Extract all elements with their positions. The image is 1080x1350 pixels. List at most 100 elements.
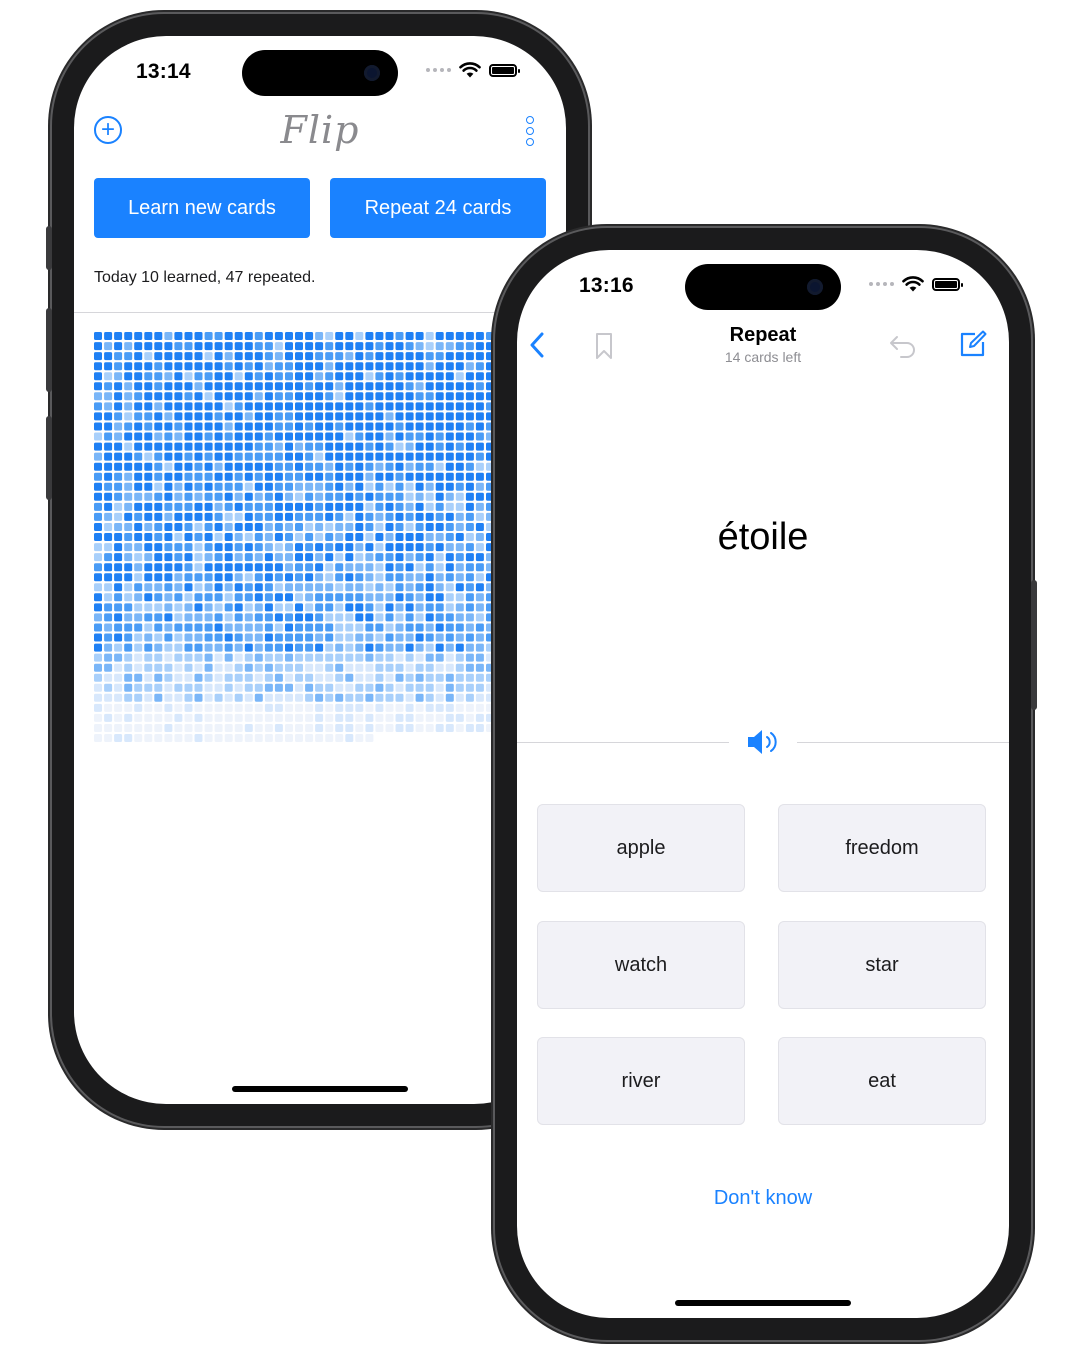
- grid-cell: [134, 583, 143, 592]
- grid-cell: [325, 452, 334, 461]
- grid-cell: [164, 653, 173, 662]
- grid-cell: [305, 472, 314, 481]
- grid-cell: [264, 472, 273, 481]
- grid-cell: [174, 734, 183, 742]
- grid-cell: [134, 703, 143, 712]
- grid-cell: [425, 553, 434, 562]
- more-options-button[interactable]: [524, 116, 536, 146]
- repeat-cards-button[interactable]: Repeat 24 cards: [330, 178, 546, 238]
- grid-cell: [365, 372, 374, 381]
- grid-cell: [365, 713, 374, 722]
- grid-cell: [425, 422, 434, 431]
- grid-cell: [114, 362, 123, 371]
- grid-cell: [345, 593, 354, 602]
- grid-cell: [375, 633, 384, 642]
- grid-cell: [305, 713, 314, 722]
- grid-cell: [114, 512, 123, 521]
- grid-cell: [114, 563, 123, 572]
- undo-button[interactable]: [889, 334, 917, 358]
- grid-cell: [214, 523, 223, 531]
- grid-cell: [295, 613, 303, 622]
- grid-cell: [405, 713, 414, 722]
- grid-cell: [425, 603, 434, 612]
- grid-cell: [94, 472, 102, 481]
- grid-cell: [405, 633, 414, 642]
- grid-cell: [254, 352, 263, 361]
- grid-cell: [375, 502, 384, 511]
- camera-icon: [807, 279, 823, 295]
- grid-cell: [154, 382, 163, 391]
- grid-cell: [375, 462, 384, 471]
- grid-cell: [184, 543, 193, 552]
- grid-cell: [295, 734, 303, 742]
- grid-cell: [415, 673, 424, 682]
- grid-cell: [455, 713, 464, 722]
- grid-cell: [395, 482, 404, 491]
- grid-cell: [104, 563, 113, 572]
- answer-option[interactable]: eat: [778, 1037, 986, 1125]
- grid-cell: [355, 502, 364, 511]
- grid-cell: [194, 482, 203, 491]
- grid-cell: [465, 673, 474, 682]
- grid-cell: [325, 553, 334, 562]
- grid-cell: [174, 412, 183, 421]
- grid-cell: [134, 392, 143, 401]
- grid-cell: [254, 382, 263, 391]
- grid-cell: [335, 432, 344, 441]
- grid-cell: [174, 512, 183, 521]
- grid-cell: [94, 402, 102, 411]
- grid-cell: [305, 543, 314, 552]
- grid-cell: [134, 693, 143, 702]
- grid-cell: [224, 563, 233, 572]
- grid-cell: [445, 372, 454, 381]
- grid-cell: [114, 724, 123, 732]
- grid-cell: [184, 734, 193, 742]
- grid-cell: [264, 633, 273, 642]
- grid-cell: [355, 724, 364, 732]
- grid-cell: [486, 332, 494, 340]
- grid-cell: [295, 593, 303, 602]
- grid-cell: [295, 724, 303, 732]
- play-audio-button[interactable]: [746, 728, 780, 756]
- grid-cell: [154, 502, 163, 511]
- grid-cell: [154, 512, 163, 521]
- grid-cell: [214, 533, 223, 541]
- grid-cell: [134, 523, 143, 531]
- grid-cell: [254, 372, 263, 381]
- grid-cell: [264, 533, 273, 541]
- edit-button[interactable]: [959, 330, 987, 358]
- grid-cell: [355, 432, 364, 441]
- grid-cell: [274, 724, 283, 732]
- grid-cell: [355, 593, 364, 602]
- grid-cell: [405, 533, 414, 541]
- grid-cell: [486, 442, 494, 451]
- grid-cell: [164, 683, 173, 692]
- grid-cell: [435, 382, 444, 391]
- grid-cell: [114, 352, 123, 361]
- grid-cell: [475, 593, 484, 602]
- grid-cell: [94, 693, 102, 702]
- grid-cell: [335, 653, 344, 662]
- grid-cell: [264, 332, 273, 340]
- grid-cell: [465, 462, 474, 471]
- grid-cell: [445, 382, 454, 391]
- dont-know-button[interactable]: Don't know: [517, 1187, 1009, 1210]
- grid-cell: [455, 693, 464, 702]
- answer-option[interactable]: river: [537, 1037, 745, 1125]
- grid-cell: [254, 583, 263, 592]
- grid-cell: [134, 593, 143, 602]
- grid-cell: [365, 643, 374, 652]
- grid-cell: [425, 432, 434, 441]
- answer-option[interactable]: watch: [537, 921, 745, 1009]
- grid-cell: [415, 713, 424, 722]
- grid-cell: [405, 342, 414, 351]
- grid-cell: [455, 342, 464, 351]
- grid-cell: [164, 533, 173, 541]
- grid-cell: [486, 623, 494, 632]
- learn-new-cards-button[interactable]: Learn new cards: [94, 178, 310, 238]
- grid-cell: [204, 352, 213, 361]
- answer-option[interactable]: star: [778, 921, 986, 1009]
- answer-option[interactable]: apple: [537, 804, 745, 892]
- grid-cell: [435, 472, 444, 481]
- answer-option[interactable]: freedom: [778, 804, 986, 892]
